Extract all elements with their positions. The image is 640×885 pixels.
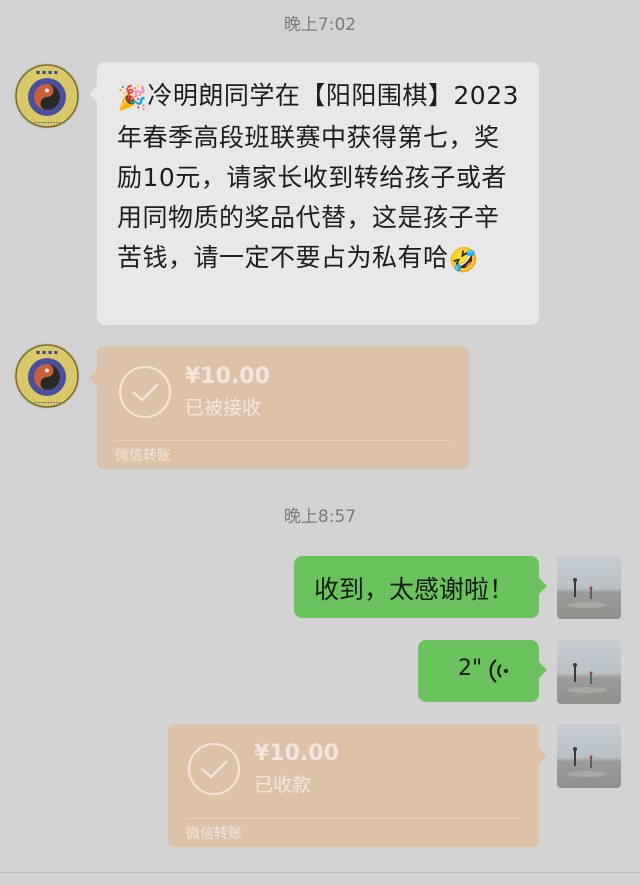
svg-text:▪ ▪ ▪ ▪: ▪ ▪ ▪ ▪ — [36, 69, 58, 76]
check-circle-icon — [119, 366, 171, 418]
org-avatar[interactable]: ▪ ▪ ▪ ▪ ∙∙∙∙∙∙∙∙∙∙ — [14, 343, 80, 409]
transfer-footer: 微信转账 — [115, 448, 171, 464]
user-avatar[interactable] — [557, 555, 621, 619]
beach-photo-icon — [567, 747, 607, 777]
rofl-emoji-icon: 🤣 — [448, 246, 479, 274]
beach-photo-icon — [567, 663, 607, 693]
voice-duration: 2" — [458, 656, 483, 681]
beach-photo-icon — [567, 578, 607, 608]
voice-message-bubble[interactable]: 2" — [418, 640, 547, 702]
incoming-transfer-card[interactable]: ¥10.00 已被接收 微信转账 — [89, 346, 469, 469]
transfer-amount: ¥10.00 — [185, 364, 270, 389]
outgoing-transfer-card[interactable]: ¥10.00 已收款 微信转账 — [168, 724, 547, 847]
check-circle-icon — [188, 743, 240, 795]
outgoing-message-text: 收到，太感谢啦！ — [314, 575, 515, 604]
transfer-status: 已收款 — [254, 774, 312, 796]
transfer-divider — [186, 818, 521, 819]
org-avatar[interactable]: ▪ ▪ ▪ ▪ ∙∙∙∙∙∙∙∙∙∙ — [14, 63, 80, 129]
go-school-logo-icon: ▪ ▪ ▪ ▪ ∙∙∙∙∙∙∙∙∙∙ — [15, 64, 79, 128]
timestamp: 晚上7:02 — [283, 15, 357, 35]
go-school-logo-icon: ▪ ▪ ▪ ▪ ∙∙∙∙∙∙∙∙∙∙ — [15, 344, 79, 408]
transfer-amount: ¥10.00 — [254, 741, 339, 766]
transfer-status: 已被接收 — [185, 397, 262, 419]
svg-text:▪ ▪ ▪ ▪: ▪ ▪ ▪ ▪ — [36, 349, 58, 356]
user-avatar[interactable] — [557, 724, 621, 788]
svg-text:∙∙∙∙∙∙∙∙∙∙: ∙∙∙∙∙∙∙∙∙∙ — [33, 401, 61, 406]
svg-text:∙∙∙∙∙∙∙∙∙∙: ∙∙∙∙∙∙∙∙∙∙ — [33, 121, 61, 126]
party-popper-icon: 🎉 — [117, 84, 148, 112]
incoming-message-bubble[interactable]: 🎉冷明朗同学在【阳阳围棋】2023年春季高段班联赛中获得第七，奖励10元，请家长… — [89, 62, 539, 325]
timestamp: 晚上8:57 — [283, 507, 357, 527]
transfer-divider — [115, 440, 451, 441]
outgoing-text-bubble[interactable]: 收到，太感谢啦！ — [294, 556, 547, 618]
bottom-divider — [0, 872, 640, 873]
user-avatar[interactable] — [557, 640, 621, 704]
voice-wave-icon — [489, 659, 509, 683]
incoming-message-text: 🎉冷明朗同学在【阳阳围棋】2023年春季高段班联赛中获得第七，奖励10元，请家长… — [117, 76, 521, 280]
transfer-footer: 微信转账 — [186, 826, 242, 842]
